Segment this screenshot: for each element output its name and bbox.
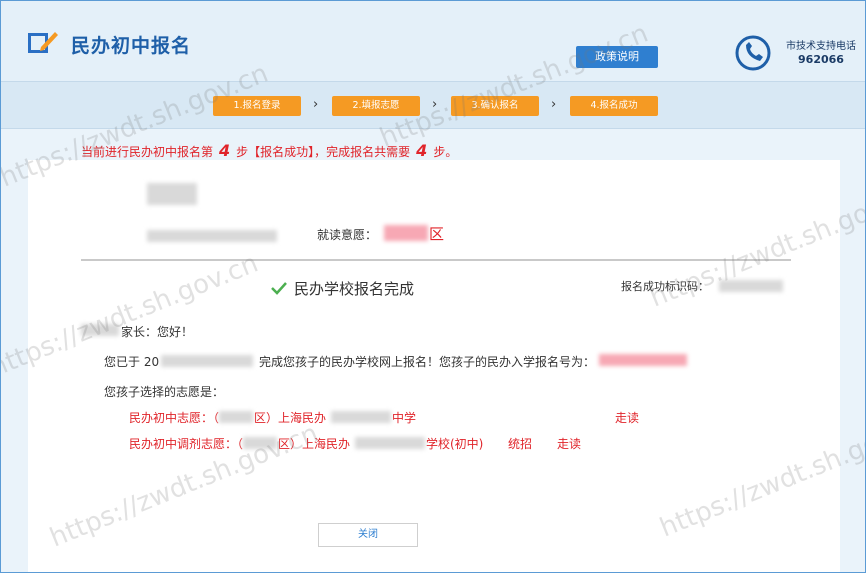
app-title: 民办初中报名 <box>71 35 192 57</box>
step-bar: 1.报名登录 › 2.填报志愿 › 3.确认报名 › 4.报名成功 <box>1 81 865 129</box>
district-redacted <box>384 225 428 241</box>
notice-total-number: 4 <box>416 141 428 160</box>
choice2-school-prefix: 区）上海民办 <box>278 437 351 451</box>
step-arrow-icon: › <box>432 97 438 112</box>
support-phone-icon <box>735 35 771 71</box>
header: 民办初中报名 政策说明 市技术支持电话 962066 <box>1 1 865 81</box>
choice1-status: 走读 <box>615 411 640 425</box>
choice1-district-redacted <box>219 411 253 423</box>
choices-heading: 您孩子选择的志愿是： <box>104 385 225 399</box>
volunteer-label: 就读意愿： <box>317 228 378 242</box>
divider <box>81 259 791 261</box>
support-label: 市技术支持电话 <box>786 41 856 52</box>
step-arrow-icon: › <box>313 97 319 112</box>
notice-middle: 步【报名成功】，完成报名共需要 <box>236 145 411 159</box>
choice1-label: 民办初中志愿：（ <box>129 411 220 425</box>
choice2-type: 统招 <box>508 437 533 451</box>
choice2-school-redacted <box>355 437 425 449</box>
close-button[interactable]: 关闭 <box>318 523 418 547</box>
success-code-label: 报名成功标识码： <box>621 280 709 293</box>
notice-after: 步。 <box>433 145 458 159</box>
greeting: 家长：您好！ <box>121 325 194 339</box>
choice1-school-prefix: 区）上海民办 <box>254 411 327 425</box>
policy-button[interactable]: 政策说明 <box>576 46 658 68</box>
choice2-status: 走读 <box>557 437 582 451</box>
support-phone: 962066 <box>798 53 844 66</box>
notice-before: 当前进行民办初中报名第 <box>81 145 214 159</box>
completion-prefix: 您已于 20 <box>104 355 160 369</box>
step-2: 2.填报志愿 <box>332 96 420 116</box>
parent-name-redacted <box>81 324 119 336</box>
completion-date-redacted <box>161 355 253 367</box>
pencil-book-icon <box>28 32 58 53</box>
completion-message: 完成您孩子的民办学校网上报名！您孩子的民办入学报名号为： <box>259 355 596 369</box>
step-arrow-icon: › <box>551 97 557 112</box>
result-title: 民办学校报名完成 <box>294 280 415 298</box>
choice2-school-suffix: 学校(初中) <box>426 437 484 451</box>
success-code-redacted <box>719 280 783 292</box>
choice2-label: 民办初中调剂志愿：（ <box>129 437 244 451</box>
page-frame: 民办初中报名 政策说明 市技术支持电话 962066 1.报名登录 › 2.填报… <box>0 0 866 573</box>
step-4: 4.报名成功 <box>570 96 658 116</box>
student-id-redacted <box>147 230 277 242</box>
check-icon <box>271 282 287 295</box>
progress-notice: 当前进行民办初中报名第 4 步【报名成功】，完成报名共需要 4 步。 <box>81 141 457 160</box>
notice-step-number: 4 <box>219 141 231 160</box>
student-name-redacted <box>147 183 197 205</box>
choice1-school-redacted <box>331 411 391 423</box>
choice2-district-redacted <box>243 437 277 449</box>
choice1-school-suffix: 中学 <box>392 411 417 425</box>
step-1: 1.报名登录 <box>213 96 301 116</box>
district-suffix: 区 <box>429 225 445 243</box>
step-3: 3.确认报名 <box>451 96 539 116</box>
registration-number-redacted <box>599 354 687 366</box>
